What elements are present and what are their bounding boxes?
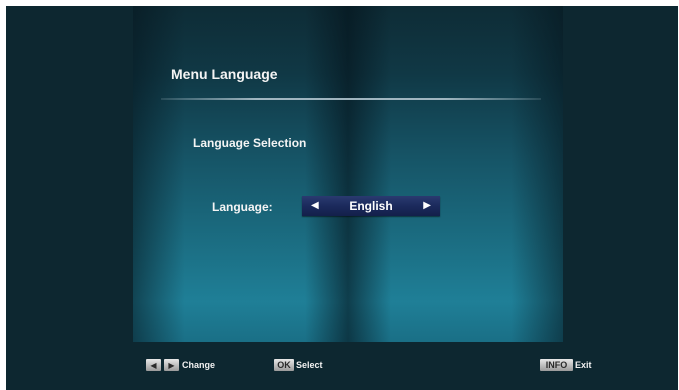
footer-hints: ◀ ▶ Change OK Select INFO Exit [0,359,679,373]
language-selector[interactable]: ◀ English ▶ [302,196,440,216]
language-label: Language: [212,200,273,214]
language-value: English [349,199,393,213]
right-arrow-icon[interactable]: ▶ [423,201,431,211]
page-title: Menu Language [171,66,278,82]
info-key[interactable]: INFO [540,359,573,371]
title-divider [161,98,541,100]
section-heading: Language Selection [193,136,307,150]
ok-key[interactable]: OK [274,359,294,371]
exit-hint: Exit [575,360,592,370]
left-key-icon[interactable]: ◀ [146,359,161,371]
menu-panel [133,6,563,342]
left-arrow-icon[interactable]: ◀ [311,201,319,211]
select-hint: Select [296,360,323,370]
right-key-icon[interactable]: ▶ [164,359,179,371]
change-hint: Change [182,360,216,370]
